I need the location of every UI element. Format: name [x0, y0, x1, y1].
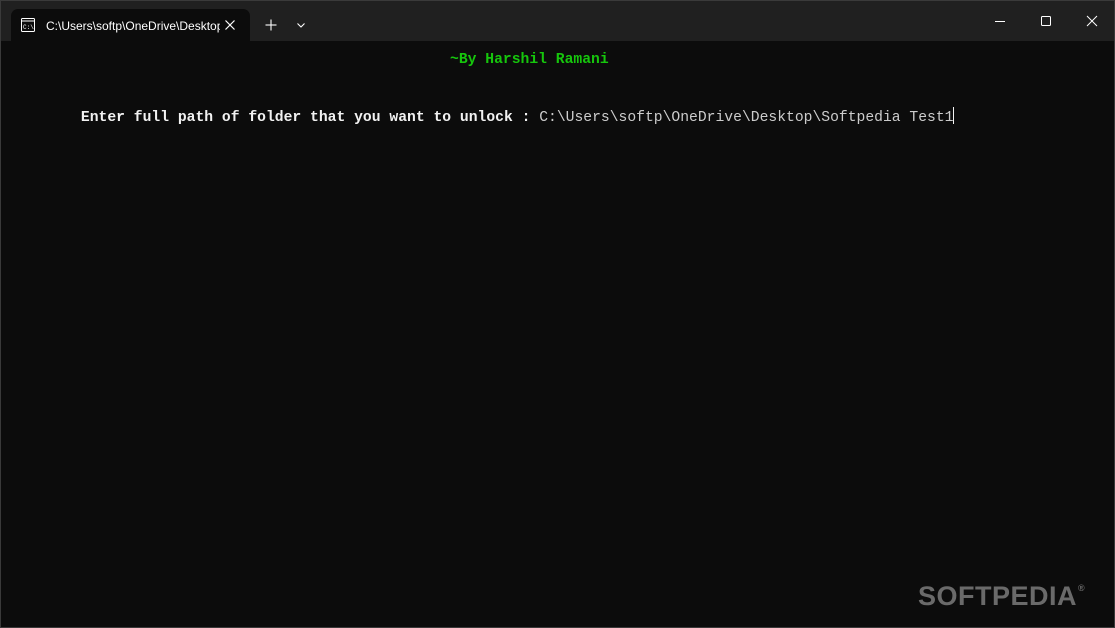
- chevron-down-icon[interactable]: [293, 17, 309, 33]
- plus-icon[interactable]: [263, 17, 279, 33]
- watermark-text: SOFTPEDIA: [918, 581, 1078, 611]
- prompt-line[interactable]: Enter full path of folder that you want …: [28, 89, 955, 145]
- svg-text:C:\: C:\: [23, 24, 34, 31]
- close-button[interactable]: [1069, 1, 1114, 41]
- terminal-window: C:\ C:\Users\softp\OneDrive\Desktop ~By …: [0, 0, 1115, 628]
- title-bar[interactable]: C:\ C:\Users\softp\OneDrive\Desktop: [1, 1, 1114, 41]
- terminal-icon: C:\: [21, 18, 35, 32]
- path-input[interactable]: C:\Users\softp\OneDrive\Desktop\Softpedi…: [539, 110, 953, 126]
- maximize-button[interactable]: [1023, 1, 1069, 41]
- text-cursor: [953, 107, 955, 124]
- prompt-label: Enter full path of folder that you want …: [80, 110, 540, 126]
- close-tab-icon[interactable]: [222, 17, 238, 33]
- terminal-tab[interactable]: C:\ C:\Users\softp\OneDrive\Desktop: [11, 9, 250, 41]
- registered-mark: ®: [1078, 583, 1086, 593]
- minimize-button[interactable]: [977, 1, 1023, 41]
- close-icon: [1086, 15, 1098, 27]
- softpedia-watermark: SOFTPEDIA®: [918, 573, 1085, 611]
- tab-title: C:\Users\softp\OneDrive\Desktop: [46, 19, 220, 33]
- console-output[interactable]: ~By Harshil Ramani Enter full path of fo…: [1, 41, 1114, 627]
- author-credit: ~By Harshil Ramani: [450, 52, 609, 68]
- minimize-icon: [995, 21, 1005, 22]
- maximize-icon: [1041, 16, 1051, 26]
